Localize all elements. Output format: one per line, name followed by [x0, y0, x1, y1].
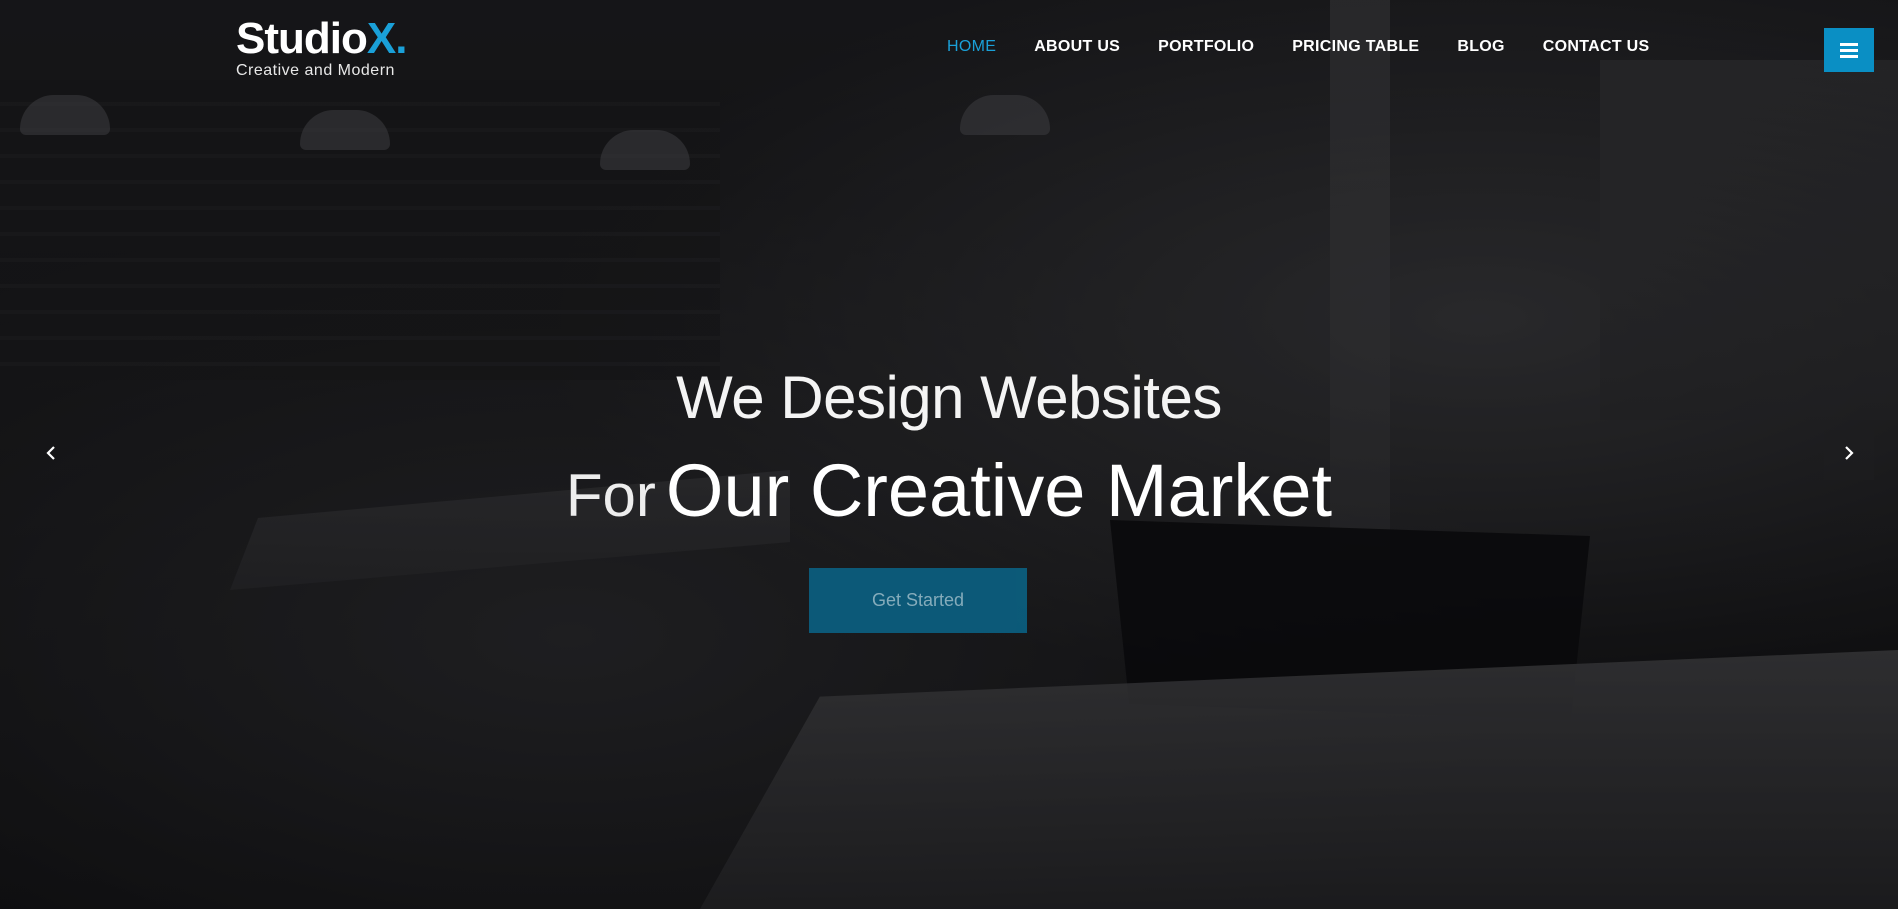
logo-accent-letter: X: [366, 14, 396, 63]
slider-prev-button[interactable]: [26, 430, 76, 480]
logo-dot: .: [395, 14, 407, 63]
hero-headline-main: Our Creative Market: [665, 449, 1333, 532]
main-nav: HOME ABOUT US PORTFOLIO PRICING TABLE BL…: [947, 38, 1688, 56]
logo-tagline: Creative and Modern: [236, 62, 395, 79]
logo-text: Studio: [236, 14, 368, 63]
logo-wordmark: StudioX.: [236, 14, 407, 64]
get-started-button[interactable]: Get Started: [809, 568, 1027, 633]
hero-headline-line1: We Design Websites: [676, 364, 1222, 431]
nav-item-portfolio[interactable]: PORTFOLIO: [1158, 38, 1254, 56]
hero-section: StudioX. Creative and Modern HOME ABOUT …: [0, 0, 1898, 909]
nav-item-about-us[interactable]: ABOUT US: [1034, 38, 1120, 56]
nav-item-contact-us[interactable]: CONTACT US: [1543, 38, 1650, 56]
menu-toggle-button[interactable]: [1824, 28, 1874, 72]
chevron-left-icon: [45, 445, 57, 465]
nav-item-blog[interactable]: BLOG: [1457, 38, 1504, 56]
site-logo[interactable]: StudioX. Creative and Modern: [236, 14, 407, 80]
nav-item-pricing-table[interactable]: PRICING TABLE: [1292, 38, 1419, 56]
chevron-right-icon: [1843, 445, 1855, 465]
hero-headline-line2: For Our Creative Market: [0, 447, 1898, 540]
slider-next-button[interactable]: [1824, 430, 1874, 480]
nav-item-home[interactable]: HOME: [947, 38, 996, 56]
hero-headline-prefix: For: [565, 462, 656, 529]
hamburger-icon: [1840, 42, 1858, 58]
